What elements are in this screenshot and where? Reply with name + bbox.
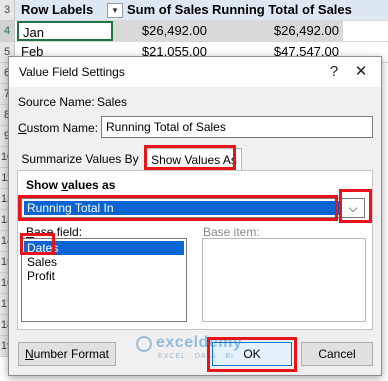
custom-name-label-text: ustom Name: [26, 121, 99, 135]
cell-jan-sum[interactable]: $26,492.00 [113, 21, 211, 41]
custom-name-input[interactable]: Running Total of Sales [101, 116, 373, 138]
source-name-value: Sales [97, 95, 128, 109]
number-format-label-text: umber Format [33, 347, 110, 361]
tab-summarize-values-by[interactable]: Summarize Values By [21, 148, 139, 170]
list-item[interactable]: Profit [24, 269, 55, 283]
close-icon[interactable]: ✕ [349, 61, 373, 83]
show-values-as-select[interactable]: Running Total In ⌵ [21, 198, 365, 218]
table-row: Jan $26,492.00 $26,492.00 [15, 21, 388, 42]
value-field-settings-dialog: Value Field Settings ? ✕ Source Name: Sa… [8, 56, 382, 376]
tab-show-values-as[interactable]: Show Values As [146, 148, 242, 171]
sum-of-sales-header: Sum of Sales [127, 2, 209, 17]
source-name-label: Source Name: [18, 95, 95, 109]
show-values-as-selected: Running Total In [24, 201, 340, 215]
base-item-label: Base item: [203, 225, 260, 239]
base-field-list[interactable]: Dates Sales Profit [21, 238, 187, 322]
row-number: 4 [0, 21, 15, 42]
list-item[interactable]: Sales [24, 255, 57, 269]
show-values-as-label: Show values as [26, 178, 116, 192]
exceldemy-logo-icon [136, 336, 152, 352]
row-number: 3 [0, 0, 15, 21]
custom-name-label: Custom Name: [18, 121, 99, 135]
base-item-list [202, 238, 366, 322]
dialog-title: Value Field Settings [19, 65, 125, 79]
row-labels-header: Row Labels [21, 2, 94, 17]
pivot-header-row: Row Labels ▼ Sum of Sales Running Total … [15, 0, 388, 21]
watermark-name: exceldemy [156, 334, 243, 351]
filter-dropdown-icon[interactable]: ▼ [107, 3, 123, 18]
watermark-tagline: EXCEL · DATA · BI [158, 353, 234, 360]
chevron-down-icon[interactable]: ⌵ [342, 199, 364, 217]
cancel-button[interactable]: Cancel [301, 342, 373, 366]
base-field-label: Base field: [26, 225, 83, 239]
list-item[interactable]: Dates [24, 241, 184, 255]
number-format-button[interactable]: Number Format [18, 342, 116, 366]
question-mark-icon[interactable]: ? [322, 61, 346, 83]
cell-jan-running[interactable]: $26,492.00 [211, 21, 343, 41]
dialog-titlebar: Value Field Settings ? ✕ [9, 57, 381, 87]
exceldemy-watermark: exceldemy EXCEL · DATA · BI [136, 332, 260, 368]
running-total-header: Running Total of Sales [212, 2, 352, 17]
cell-jan-label[interactable]: Jan [17, 21, 113, 41]
